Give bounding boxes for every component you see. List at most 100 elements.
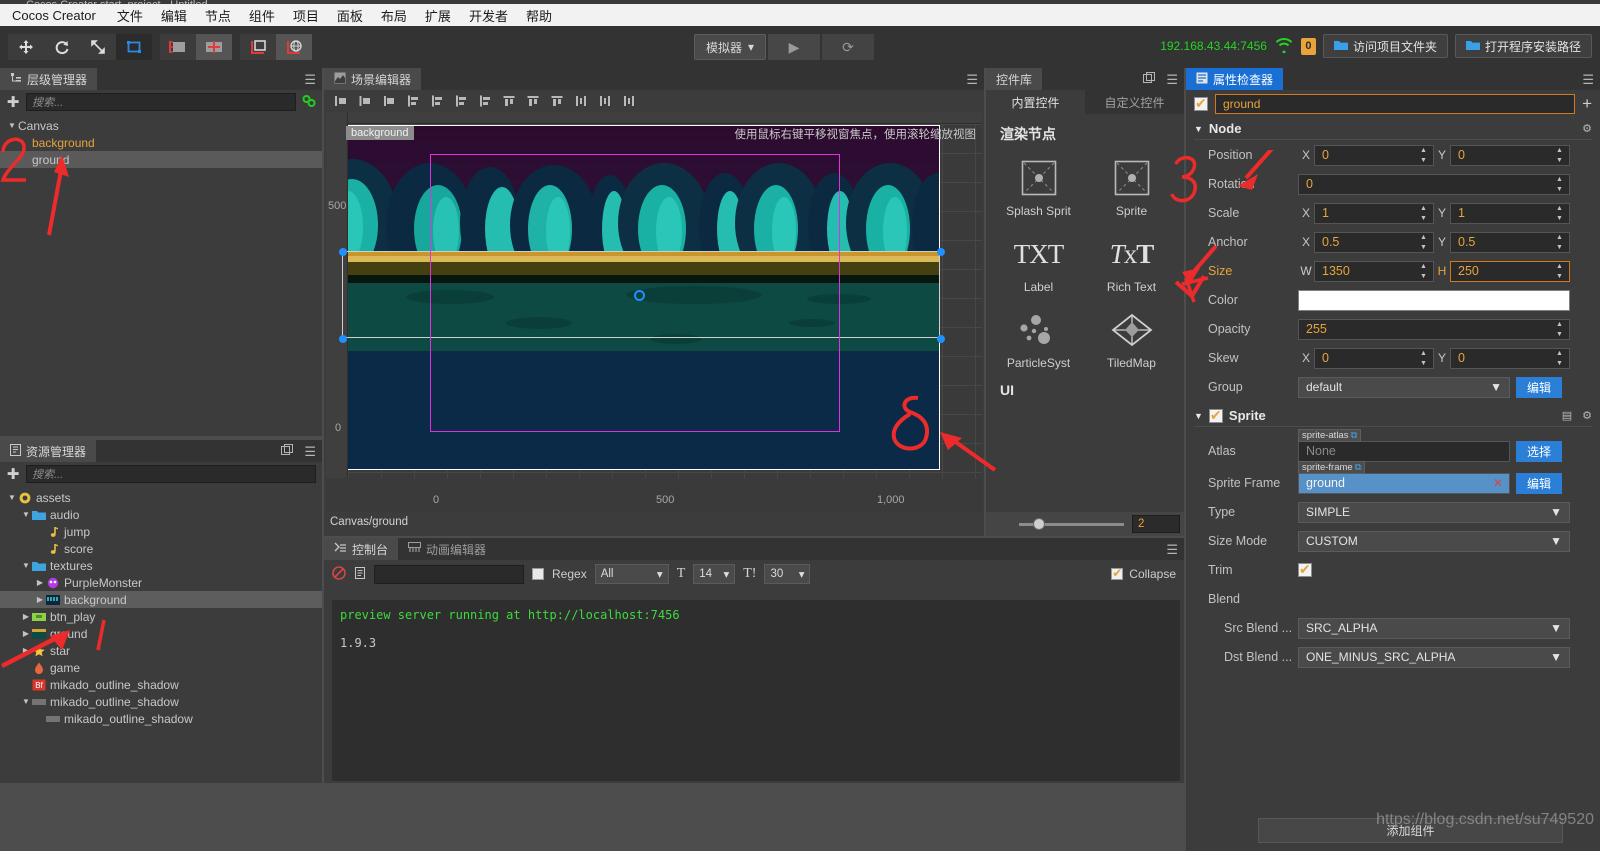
external-link-icon[interactable]: ⧉	[1355, 462, 1362, 473]
tab-scene-editor[interactable]: 场景编辑器	[324, 68, 422, 90]
align-button-7[interactable]	[498, 92, 520, 110]
align-button-12[interactable]	[618, 92, 640, 110]
link-icon[interactable]	[302, 94, 316, 111]
expander-icon[interactable]	[20, 697, 32, 706]
menu-item-developer[interactable]: 开发者	[460, 6, 517, 25]
scale-y-input[interactable]: 1 ▲ ▼	[1450, 202, 1570, 224]
resize-handle-tr[interactable]	[937, 248, 945, 256]
hierarchy-search-input[interactable]: 搜索...	[26, 93, 296, 111]
clear-icon[interactable]	[332, 565, 346, 583]
zoom-slider[interactable]	[1019, 517, 1124, 530]
zoom-slider-knob[interactable]	[1033, 517, 1045, 530]
rotate-tool-button[interactable]	[44, 34, 80, 60]
stepper-icon[interactable]: ▲ ▼	[1556, 263, 1567, 280]
copy-icon[interactable]	[354, 566, 366, 583]
asset-item[interactable]: background	[0, 591, 322, 608]
stepper-icon[interactable]: ▲ ▼	[1420, 147, 1431, 164]
reload-button[interactable]: ⟳	[822, 34, 874, 60]
align-button-3[interactable]	[402, 92, 424, 110]
stepper-icon[interactable]: ▲ ▼	[1556, 176, 1567, 193]
align-button-8[interactable]	[522, 92, 544, 110]
src-blend-select[interactable]: SRC_ALPHA ▼	[1298, 617, 1570, 639]
gear-icon[interactable]: ⚙	[1582, 122, 1592, 135]
stepper-icon[interactable]: ▲ ▼	[1556, 321, 1567, 338]
asset-item[interactable]: mikado_outline_shadow	[0, 693, 322, 710]
hamburger-menu-icon[interactable]: ☰	[1582, 73, 1594, 86]
open-install-path-button[interactable]: 打开程序安装路径	[1454, 34, 1592, 58]
asset-item[interactable]: score	[0, 540, 322, 557]
resize-handle-br[interactable]	[937, 335, 945, 343]
help-doc-icon[interactable]: ▤	[1562, 409, 1572, 422]
trim-checkbox[interactable]	[1298, 561, 1312, 578]
grid-snap-tool-button[interactable]	[160, 34, 196, 60]
anchor-x-input[interactable]: 0.5 ▲ ▼	[1314, 231, 1434, 253]
message-count-badge[interactable]: 0	[1300, 37, 1316, 55]
group-edit-button[interactable]: 编辑	[1516, 376, 1563, 398]
hamburger-menu-icon[interactable]: ☰	[966, 73, 978, 86]
atlas-select-button[interactable]: 选择	[1516, 440, 1563, 462]
opacity-input[interactable]: 255 ▲ ▼	[1298, 318, 1570, 340]
group-select[interactable]: default ▼	[1298, 376, 1510, 398]
stepper-icon[interactable]: ▲ ▼	[1556, 147, 1567, 164]
menu-item-node[interactable]: 节点	[196, 6, 240, 25]
play-button[interactable]: ▶	[768, 34, 820, 60]
add-component-plus-icon[interactable]: +	[1582, 94, 1592, 114]
asset-item[interactable]: Bf mikado_outline_shadow	[0, 676, 322, 693]
align-button-2[interactable]	[378, 92, 400, 110]
global-coord-tool-button[interactable]	[276, 34, 312, 60]
asset-item[interactable]: star	[0, 642, 322, 659]
asset-item[interactable]: PurpleMonster	[0, 574, 322, 591]
asset-item[interactable]: jump	[0, 523, 322, 540]
anchor-y-input[interactable]: 0.5 ▲ ▼	[1450, 231, 1570, 253]
hierarchy-node-background[interactable]: background	[0, 134, 322, 151]
hamburger-menu-icon[interactable]: ☰	[1166, 73, 1178, 86]
align-button-4[interactable]	[426, 92, 448, 110]
align-button-0[interactable]	[330, 92, 352, 110]
align-snap-tool-button[interactable]	[196, 34, 232, 60]
tab-inspector[interactable]: 属性检查器	[1186, 68, 1284, 90]
sprite-enabled-checkbox[interactable]	[1208, 407, 1223, 424]
tab-hierarchy[interactable]: 层级管理器	[0, 68, 98, 90]
expander-icon[interactable]	[20, 629, 32, 638]
sprite-frame-edit-button[interactable]: 编辑	[1516, 472, 1563, 494]
size-mode-select[interactable]: CUSTOM ▼	[1298, 530, 1570, 552]
assets-tree[interactable]: assets audio jump score textures PurpleMonste…	[0, 486, 322, 727]
asset-item[interactable]: btn_play	[0, 608, 322, 625]
hierarchy-tree[interactable]: Canvas background ground	[0, 114, 322, 168]
hierarchy-node-canvas[interactable]: Canvas	[0, 117, 322, 134]
menu-item-file[interactable]: 文件	[108, 6, 152, 25]
popout-icon[interactable]	[281, 443, 294, 459]
library-item-tiled-map[interactable]: TiledMap	[1085, 300, 1178, 376]
atlas-field[interactable]: sprite-atlas ⧉ None	[1298, 428, 1510, 462]
expander-icon[interactable]	[34, 595, 46, 604]
rect-tool-button[interactable]	[116, 34, 152, 60]
stepper-icon[interactable]: ▲ ▼	[1420, 263, 1431, 280]
align-button-5[interactable]	[450, 92, 472, 110]
expander-icon[interactable]	[34, 578, 46, 587]
menu-item-panel[interactable]: 面板	[328, 6, 372, 25]
library-item-splash-sprite[interactable]: Splash Sprit	[992, 148, 1085, 224]
resize-handle-tl[interactable]	[339, 248, 347, 256]
menu-item-project[interactable]: 项目	[284, 6, 328, 25]
size-height-input[interactable]: 250 ▲ ▼	[1450, 260, 1570, 282]
resize-handle-bl[interactable]	[339, 335, 347, 343]
line-count-select[interactable]: 30 ▾	[764, 564, 811, 584]
asset-item[interactable]: assets	[0, 489, 322, 506]
expander-icon[interactable]	[20, 561, 32, 570]
sprite-frame-field[interactable]: sprite-frame ⧉ ground ✕	[1298, 460, 1510, 494]
clear-sprite-frame-icon[interactable]: ✕	[1493, 476, 1503, 490]
add-node-button[interactable]: ✚	[6, 93, 20, 111]
menu-item-component[interactable]: 组件	[240, 6, 284, 25]
scale-tool-button[interactable]	[80, 34, 116, 60]
pivot-handle[interactable]	[634, 290, 645, 301]
align-button-6[interactable]	[474, 92, 496, 110]
position-y-input[interactable]: 0 ▲ ▼	[1450, 144, 1570, 166]
dst-blend-select[interactable]: ONE_MINUS_SRC_ALPHA ▼	[1298, 646, 1570, 668]
tab-custom-widgets[interactable]: 自定义控件	[1085, 90, 1184, 114]
skew-x-input[interactable]: 0 ▲ ▼	[1314, 347, 1434, 369]
stepper-icon[interactable]: ▲ ▼	[1556, 234, 1567, 251]
expander-icon[interactable]	[20, 646, 32, 655]
move-tool-button[interactable]	[8, 34, 44, 60]
font-size-select[interactable]: 14 ▾	[693, 564, 736, 584]
collapse-checkbox[interactable]	[1111, 566, 1124, 580]
